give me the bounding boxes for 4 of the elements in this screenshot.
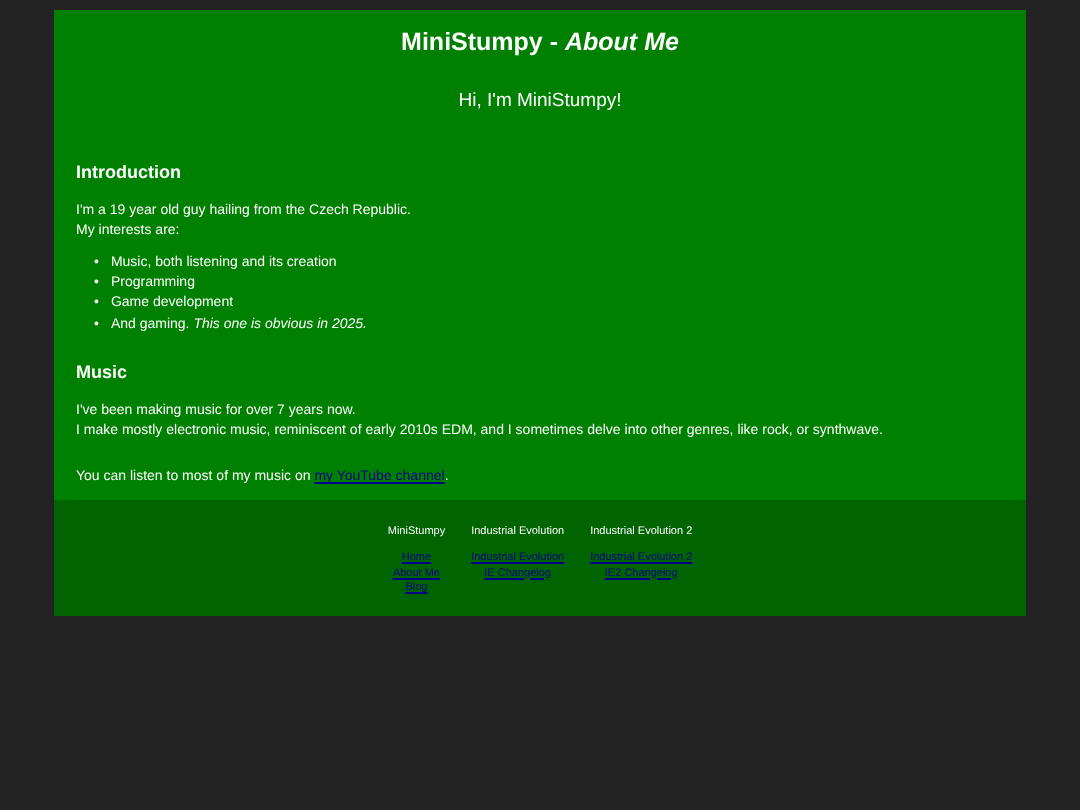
section-heading: Introduction xyxy=(76,161,181,182)
page-title: MiniStumpy - About Me xyxy=(401,28,679,56)
greeting: Hi, I'm MiniStumpy! xyxy=(458,90,622,112)
section-heading: Music xyxy=(76,362,128,382)
